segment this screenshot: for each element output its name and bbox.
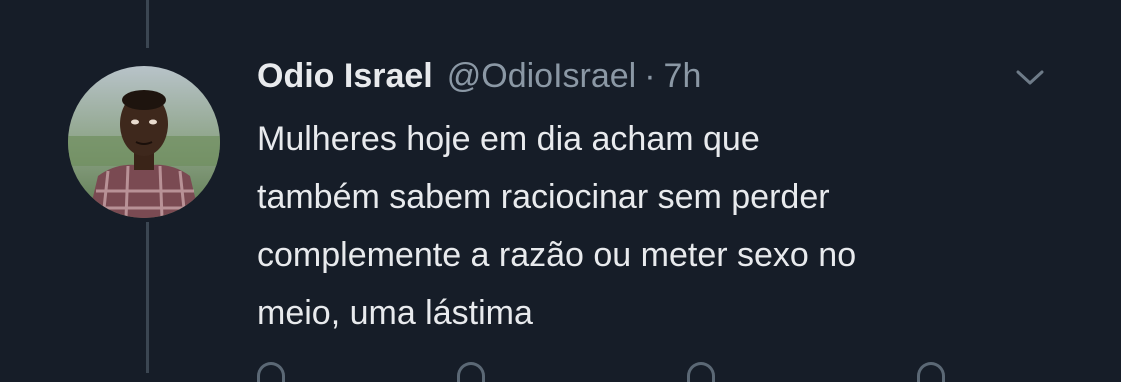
chevron-down-icon[interactable] (1012, 64, 1048, 90)
reply-icon[interactable] (257, 362, 285, 382)
thread-line-top (146, 0, 149, 48)
tweet-header: Odio Israel @OdioIsrael · 7h (257, 54, 701, 98)
tweet-text: Mulheres hoje em dia acham que também sa… (257, 110, 1057, 342)
avatar-image (68, 66, 220, 218)
like-icon[interactable] (687, 362, 715, 382)
tweet-text-line: Mulheres hoje em dia acham que (257, 120, 760, 158)
separator-dot: · (644, 57, 656, 95)
user-handle[interactable]: @OdioIsrael (447, 54, 636, 98)
tweet-text-line: meio, uma lástima (257, 294, 533, 332)
tweet-actions (257, 362, 1057, 382)
tweet-text-line: complemente a razão ou meter sexo no (257, 236, 857, 274)
retweet-icon[interactable] (457, 362, 485, 382)
timestamp[interactable]: 7h (664, 54, 702, 98)
avatar[interactable] (68, 66, 220, 218)
tweet-text-line: também sabem raciocinar sem perder (257, 178, 830, 216)
display-name[interactable]: Odio Israel (257, 54, 433, 98)
thread-line-bottom (146, 222, 149, 373)
share-icon[interactable] (917, 362, 945, 382)
